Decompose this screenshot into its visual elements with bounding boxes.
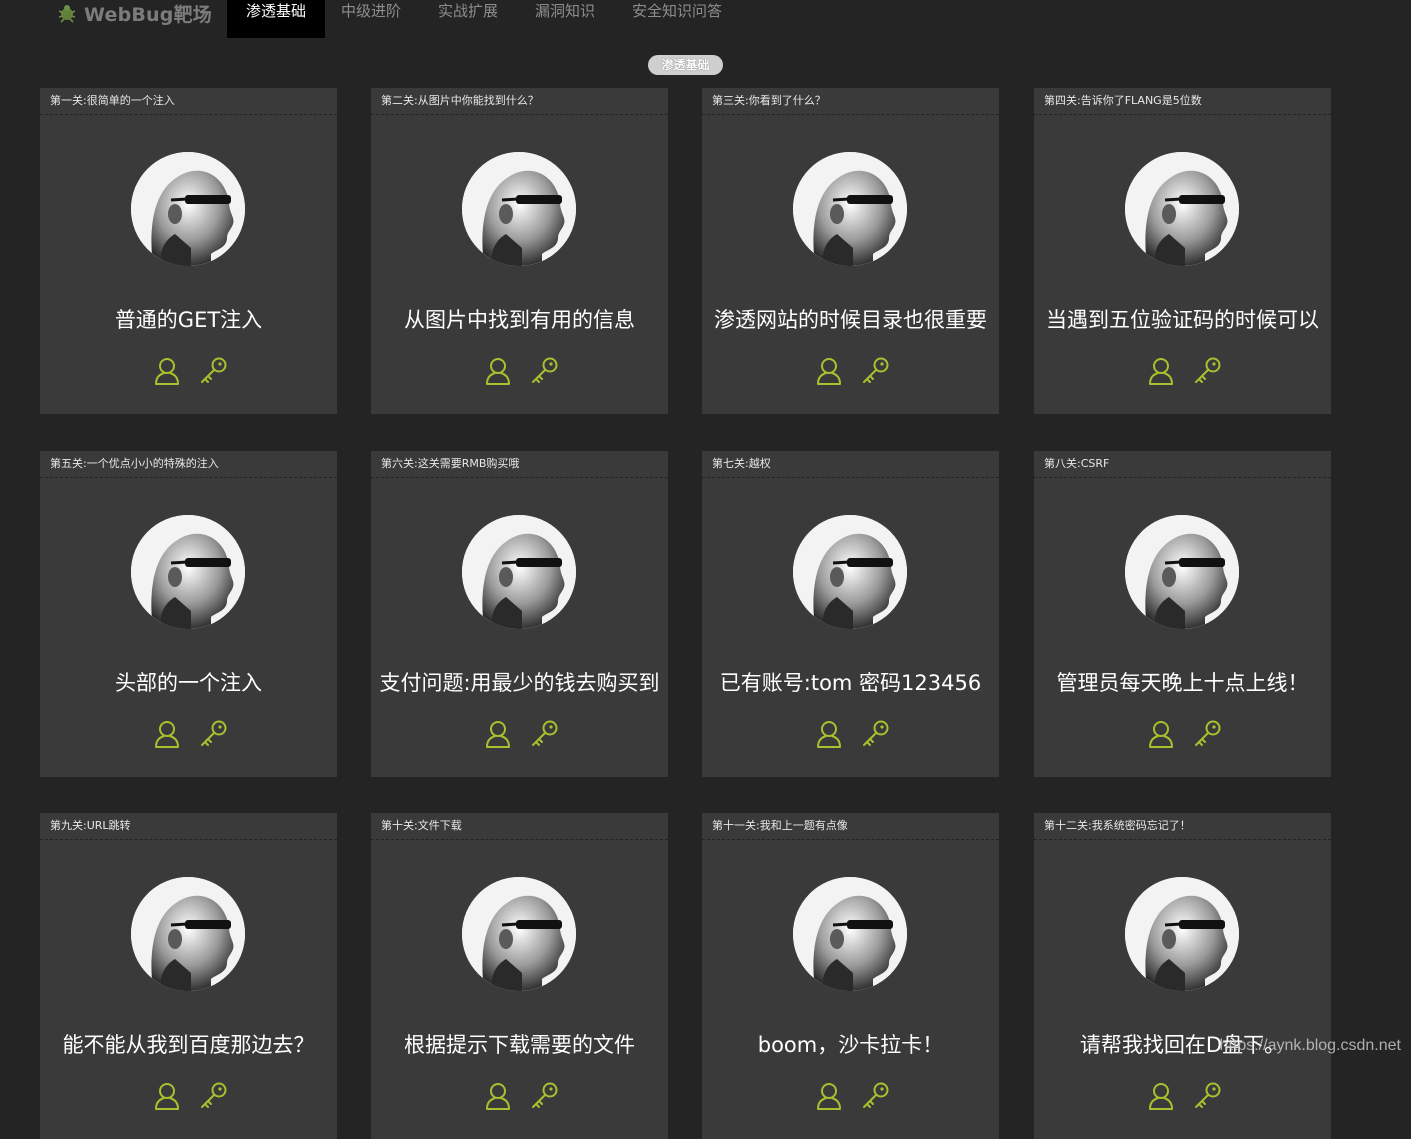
challenge-card: 第一关:很简单的一个注入普通的GET注入 xyxy=(40,88,337,414)
nav-item-practice[interactable]: 实战扩展 xyxy=(438,0,519,38)
card-title: 头部的一个注入 xyxy=(40,667,337,697)
card-title: 管理员每天晚上十点上线！ xyxy=(1034,667,1331,697)
key-icon[interactable] xyxy=(1192,1081,1222,1111)
card-heading: 第三关:你看到了什么？ xyxy=(702,88,999,115)
user-icon[interactable] xyxy=(483,719,513,749)
user-icon[interactable] xyxy=(483,356,513,386)
card-title: 当遇到五位验证码的时候可以 xyxy=(1034,304,1331,334)
card-title: 渗透网站的时候目录也很重要 xyxy=(702,304,999,334)
challenge-card: 第九关:URL跳转能不能从我到百度那边去？ xyxy=(40,813,337,1139)
card-actions xyxy=(152,356,228,386)
avatar[interactable] xyxy=(1125,152,1239,266)
card-heading: 第九关:URL跳转 xyxy=(40,813,337,840)
card-heading: 第十一关:我和上一题有点像 xyxy=(702,813,999,840)
card-actions xyxy=(814,356,890,386)
card-title: 已有账号:tom 密码123456 xyxy=(702,667,999,697)
card-heading: 第十二关:我系统密码忘记了！ xyxy=(1034,813,1331,840)
card-heading: 第十关:文件下载 xyxy=(371,813,668,840)
card-heading: 第六关:这关需要RMB购买哦 xyxy=(371,451,668,478)
challenge-card: 第三关:你看到了什么？ 渗透网站的时候目录也很重要 xyxy=(702,88,999,414)
brand-name: WebBug靶场 xyxy=(84,0,212,27)
avatar[interactable] xyxy=(462,877,576,991)
card-actions xyxy=(483,719,559,749)
card-heading: 第一关:很简单的一个注入 xyxy=(40,88,337,115)
card-actions xyxy=(152,1081,228,1111)
user-icon[interactable] xyxy=(1146,719,1176,749)
avatar[interactable] xyxy=(131,877,245,991)
avatar[interactable] xyxy=(793,515,907,629)
user-icon[interactable] xyxy=(1146,1081,1176,1111)
challenge-card: 第七关:越权已有账号:tom 密码123456 xyxy=(702,451,999,777)
card-title: 从图片中找到有用的信息 xyxy=(371,304,668,334)
key-icon[interactable] xyxy=(860,719,890,749)
card-actions xyxy=(1146,356,1222,386)
section-badge: 渗透基础 xyxy=(648,55,723,75)
card-title: boom，沙卡拉卡！ xyxy=(702,1029,999,1059)
avatar[interactable] xyxy=(793,152,907,266)
nav-item-vulnerabilities[interactable]: 漏洞知识 xyxy=(535,0,616,38)
card-heading: 第四关:告诉你了FLANG是5位数 xyxy=(1034,88,1331,115)
avatar[interactable] xyxy=(462,152,576,266)
avatar[interactable] xyxy=(1125,515,1239,629)
card-actions xyxy=(814,719,890,749)
nav-item-intermediate[interactable]: 中级进阶 xyxy=(341,0,422,38)
card-heading: 第二关:从图片中你能找到什么？ xyxy=(371,88,668,115)
avatar[interactable] xyxy=(462,515,576,629)
brand[interactable]: WebBug靶场 xyxy=(56,0,212,26)
user-icon[interactable] xyxy=(1146,356,1176,386)
card-actions xyxy=(483,1081,559,1111)
challenge-card: 第四关:告诉你了FLANG是5位数当遇到五位验证码的时候可以 xyxy=(1034,88,1331,414)
card-heading: 第五关:一个优点小小的特殊的注入 xyxy=(40,451,337,478)
user-icon[interactable] xyxy=(483,1081,513,1111)
key-icon[interactable] xyxy=(529,356,559,386)
bug-icon xyxy=(56,2,78,24)
challenge-card: 第八关:CSRF 管理员每天晚上十点上线！ xyxy=(1034,451,1331,777)
user-icon[interactable] xyxy=(152,719,182,749)
user-icon[interactable] xyxy=(814,1081,844,1111)
challenge-card: 第二关:从图片中你能找到什么？ 从图片中找到有用的信息 xyxy=(371,88,668,414)
card-title: 支付问题:用最少的钱去购买到 xyxy=(371,667,668,697)
card-actions xyxy=(483,356,559,386)
card-actions xyxy=(152,719,228,749)
key-icon[interactable] xyxy=(860,1081,890,1111)
user-icon[interactable] xyxy=(152,356,182,386)
challenge-card: 第十关:文件下载根据提示下载需要的文件 xyxy=(371,813,668,1139)
watermark: https://aynk.blog.csdn.net xyxy=(1220,1037,1401,1055)
challenge-card: 第六关:这关需要RMB购买哦支付问题:用最少的钱去购买到 xyxy=(371,451,668,777)
key-icon[interactable] xyxy=(198,356,228,386)
key-icon[interactable] xyxy=(529,1081,559,1111)
key-icon[interactable] xyxy=(198,1081,228,1111)
key-icon[interactable] xyxy=(529,719,559,749)
card-actions xyxy=(814,1081,890,1111)
nav-item-security-qa[interactable]: 安全知识问答 xyxy=(632,0,742,38)
avatar[interactable] xyxy=(793,877,907,991)
challenge-card: 第十一关:我和上一题有点像 boom，沙卡拉卡！ xyxy=(702,813,999,1139)
card-title: 普通的GET注入 xyxy=(40,304,337,334)
card-actions xyxy=(1146,1081,1222,1111)
card-heading: 第八关:CSRF xyxy=(1034,451,1331,478)
card-title: 根据提示下载需要的文件 xyxy=(371,1029,668,1059)
avatar[interactable] xyxy=(1125,877,1239,991)
key-icon[interactable] xyxy=(1192,719,1222,749)
card-actions xyxy=(1146,719,1222,749)
key-icon[interactable] xyxy=(198,719,228,749)
main-nav: 渗透基础 中级进阶 实战扩展 漏洞知识 安全知识问答 xyxy=(227,0,742,38)
user-icon[interactable] xyxy=(152,1081,182,1111)
avatar[interactable] xyxy=(131,152,245,266)
user-icon[interactable] xyxy=(814,719,844,749)
card-title: 能不能从我到百度那边去？ xyxy=(40,1029,337,1059)
top-navbar: WebBug靶场 渗透基础 中级进阶 实战扩展 漏洞知识 安全知识问答 xyxy=(0,0,1411,38)
user-icon[interactable] xyxy=(814,356,844,386)
challenge-card: 第五关:一个优点小小的特殊的注入头部的一个注入 xyxy=(40,451,337,777)
key-icon[interactable] xyxy=(1192,356,1222,386)
nav-item-basics[interactable]: 渗透基础 xyxy=(227,0,325,38)
challenge-card: 第十二关:我系统密码忘记了！请帮我找回在D盘下。 xyxy=(1034,813,1331,1139)
key-icon[interactable] xyxy=(860,356,890,386)
card-heading: 第七关:越权 xyxy=(702,451,999,478)
avatar[interactable] xyxy=(131,515,245,629)
